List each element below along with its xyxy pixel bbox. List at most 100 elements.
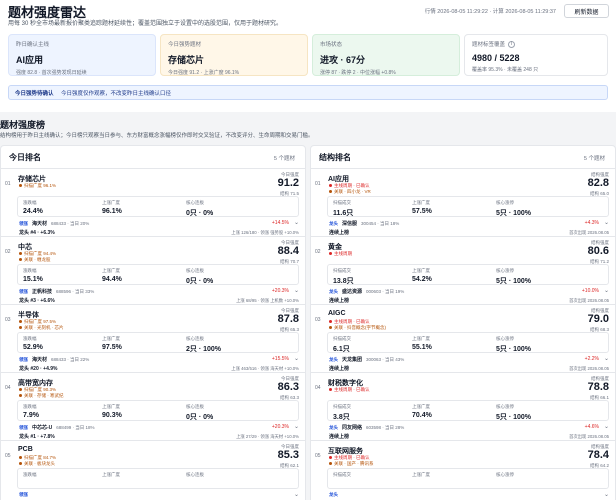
panel-count: 5 个题材 xyxy=(273,156,295,162)
leader-line: 龙头 天龙集团 300063 · 当日 43% xyxy=(329,356,404,363)
metric-value: 13.8只 xyxy=(333,278,354,285)
score-value: 78.8 xyxy=(587,381,609,393)
card-market-state: 市场状态 进攻 · 67分 涨停 87 · 跌停 2 · 中位涨幅 +0.8% xyxy=(312,34,460,76)
metric-label: 上涨广度 xyxy=(102,336,120,341)
leader-name[interactable]: 天龙集团 xyxy=(342,357,362,363)
metrics-box: 涨跌幅 上涨广度 核心连板 xyxy=(17,468,299,489)
theme-row[interactable]: 04 财税数字化 主线周期 · 已确认 结构强度 78.8 结构 66.1 扫描… xyxy=(311,373,615,441)
metric-value: 11.6只 xyxy=(333,210,354,217)
metric-value: 5只 · 100% xyxy=(496,414,532,421)
theme-row[interactable]: 01 AI应用 主线周期 · 已确认 关联 · 四小龙 · VR 结构强度 82… xyxy=(311,169,615,237)
theme-row[interactable]: 03 半导体 扫描广度 97.5% 关联 · 光刻机 · 芯片 今日强度 87.… xyxy=(1,305,305,373)
chevron-down-icon[interactable]: ⌄ xyxy=(604,355,609,362)
metric-label: 核心涨停 xyxy=(496,404,514,409)
metric-label: 涨跌幅 xyxy=(23,268,37,273)
leader-line: 龙头 盛达资源 000603 · 当日 19% xyxy=(329,288,404,295)
status-line: 扫描广度 90.3% xyxy=(24,387,57,392)
status-dot-icon xyxy=(19,388,22,392)
info-icon[interactable]: i xyxy=(508,41,516,49)
row-footer-right: 上涨 126/180 · 领涨 强势股 +10.0% xyxy=(231,230,299,235)
leader-line: 领涨 中芯芯-U 688499 · 当日 18% xyxy=(19,424,95,431)
score-value: 80.6 xyxy=(587,245,609,257)
theme-row[interactable]: 05 互联网服务 主线周期 · 已确认 关联 · 国产 · 腾讯系 结构强度 7… xyxy=(311,441,615,500)
metric-value: 0只 · 0% xyxy=(186,278,214,285)
status-dot-icon xyxy=(19,456,22,460)
theme-row[interactable]: 01 存储芯片 扫描广度 96.1% 今日强度 91.2 结构 71.5 涨跌幅… xyxy=(1,169,305,237)
chevron-down-icon[interactable]: ⌄ xyxy=(604,219,609,226)
metric-value: 24.4% xyxy=(23,208,43,215)
leader-name[interactable]: 正帆科技 xyxy=(32,289,52,295)
metric-label: 核心涨停 xyxy=(496,336,514,341)
chevron-down-icon[interactable]: ⌄ xyxy=(294,355,299,362)
leader-name[interactable]: 海天材 xyxy=(32,357,47,363)
metric-label: 核心连板 xyxy=(186,200,204,205)
chevron-down-icon[interactable]: ⌄ xyxy=(294,287,299,294)
leader-name[interactable]: 深信服 xyxy=(342,221,357,227)
row-footer-left: 连续上榜 xyxy=(329,434,350,440)
leader-tag: 领涨 xyxy=(19,492,28,497)
leader-tag: 龙头 xyxy=(329,289,338,294)
metric-value: 5只 · 100% xyxy=(496,346,532,353)
metrics-box: 扫描成交 3.8只 上涨广度 70.4% 核心涨停 5只 · 100% xyxy=(327,400,609,421)
row-footer-right: 上涨 68/95 · 领涨 上机数 +10.0% xyxy=(236,298,299,303)
leader-code: 000603 · 当日 19% xyxy=(366,289,405,294)
leader-name[interactable]: 海天材 xyxy=(32,221,47,227)
refresh-button[interactable]: 刷新数据 xyxy=(564,4,609,18)
rank-number: 02 xyxy=(315,249,321,255)
rank-number: 03 xyxy=(5,317,11,323)
rank-number: 04 xyxy=(315,385,321,391)
theme-row[interactable]: 02 中芯 扫描广度 94.4% 关联 · 缠龙股 今日强度 88.4 结构 7… xyxy=(1,237,305,305)
leader-code: 603598 · 当日 28% xyxy=(366,425,405,430)
metric-value: 97.5% xyxy=(102,344,122,351)
leader-tag: 龙头 xyxy=(329,357,338,362)
metrics-box: 涨跌幅 24.4% 上涨广度 96.1% 核心连板 0只 · 0% xyxy=(17,196,299,217)
leader-line: 龙头 深信服 300454 · 当日 18% xyxy=(329,220,399,227)
rank-number: 01 xyxy=(315,181,321,187)
metric-label: 上涨广度 xyxy=(102,404,120,409)
chevron-down-icon[interactable]: ⌄ xyxy=(604,423,609,430)
leader-name[interactable]: 盛达资源 xyxy=(342,289,362,295)
leader-name[interactable]: 中芯芯-U xyxy=(32,425,52,431)
page-subtitle: 用每 30 秒全市场最新报价聚类追踪题材延续性；覆盖范围独立于设置中的选股范围，… xyxy=(8,21,283,27)
panel-header: 今日排名 5 个题材 xyxy=(1,146,305,169)
metric-value: 3.8只 xyxy=(333,414,350,421)
chevron-down-icon[interactable]: ⌄ xyxy=(294,219,299,226)
leader-line: 龙头 xyxy=(329,492,346,498)
leader-change: +20.3% xyxy=(271,288,289,294)
alert-title: 今日强势待确认 xyxy=(15,91,54,97)
status-dot-icon xyxy=(329,252,332,256)
related-line: 关联 · 存储 · 寒武纪 xyxy=(24,393,64,398)
metric-label: 上涨广度 xyxy=(412,404,430,409)
metric-label: 上涨广度 xyxy=(102,472,120,477)
chevron-down-icon[interactable]: ⌄ xyxy=(294,491,299,498)
panel-title: 今日排名 xyxy=(9,153,41,162)
row-footer-left: 龙头 #1 · +7.8% xyxy=(19,434,55,440)
row-footer-right: 首次出现 2026.08.05 xyxy=(569,434,609,439)
status-line: 主线周期 · 已确认 xyxy=(334,183,370,188)
row-footer-left: 连续上榜 xyxy=(329,298,350,304)
theme-row[interactable]: 02 黄金 主线周期 结构强度 80.6 结构 71.2 扫描成交 13.8只 上… xyxy=(311,237,615,305)
related-dot-icon xyxy=(19,394,22,398)
metric-label: 核心涨停 xyxy=(496,268,514,273)
score-value: 91.2 xyxy=(277,177,299,189)
metric-value: 5只 · 100% xyxy=(496,210,532,217)
theme-row[interactable]: 05 PCB 扫描广度 84.7% 关联 · 板块龙头 今日强度 85.3 结构… xyxy=(1,441,305,500)
summary-cards: 昨日确认主线 AI应用 强度 82.8 · 首次强势发现日延续 今日强势题材 存… xyxy=(8,34,608,77)
leader-tag: 领涨 xyxy=(19,289,28,294)
theme-row[interactable]: 03 AIGC 主线周期 · 已确认 关联 · 抖音概念(字节概念) 结构强度 … xyxy=(311,305,615,373)
theme-row[interactable]: 04 高带宽内存 扫描广度 90.3% 关联 · 存储 · 寒武纪 今日强度 8… xyxy=(1,373,305,441)
status-line: 扫描广度 96.1% xyxy=(24,183,57,188)
chevron-down-icon[interactable]: ⌄ xyxy=(604,287,609,294)
leader-change: +4.6% xyxy=(584,424,599,430)
chevron-down-icon[interactable]: ⌄ xyxy=(294,423,299,430)
leader-tag: 龙头 xyxy=(329,425,338,430)
metrics-box: 扫描成交 上涨广度 核心涨停 xyxy=(327,468,609,489)
metric-label: 涨跌幅 xyxy=(23,200,37,205)
row-footer-right: 首次出现 2026.08.05 xyxy=(569,230,609,235)
leader-name[interactable]: 同友网络 xyxy=(342,425,362,431)
section-title: 题材强度榜 xyxy=(0,120,46,130)
chevron-down-icon[interactable]: ⌄ xyxy=(604,491,609,498)
metric-label: 涨跌幅 xyxy=(23,404,37,409)
metric-value: 54.2% xyxy=(412,276,432,283)
metric-value: 52.9% xyxy=(23,344,43,351)
